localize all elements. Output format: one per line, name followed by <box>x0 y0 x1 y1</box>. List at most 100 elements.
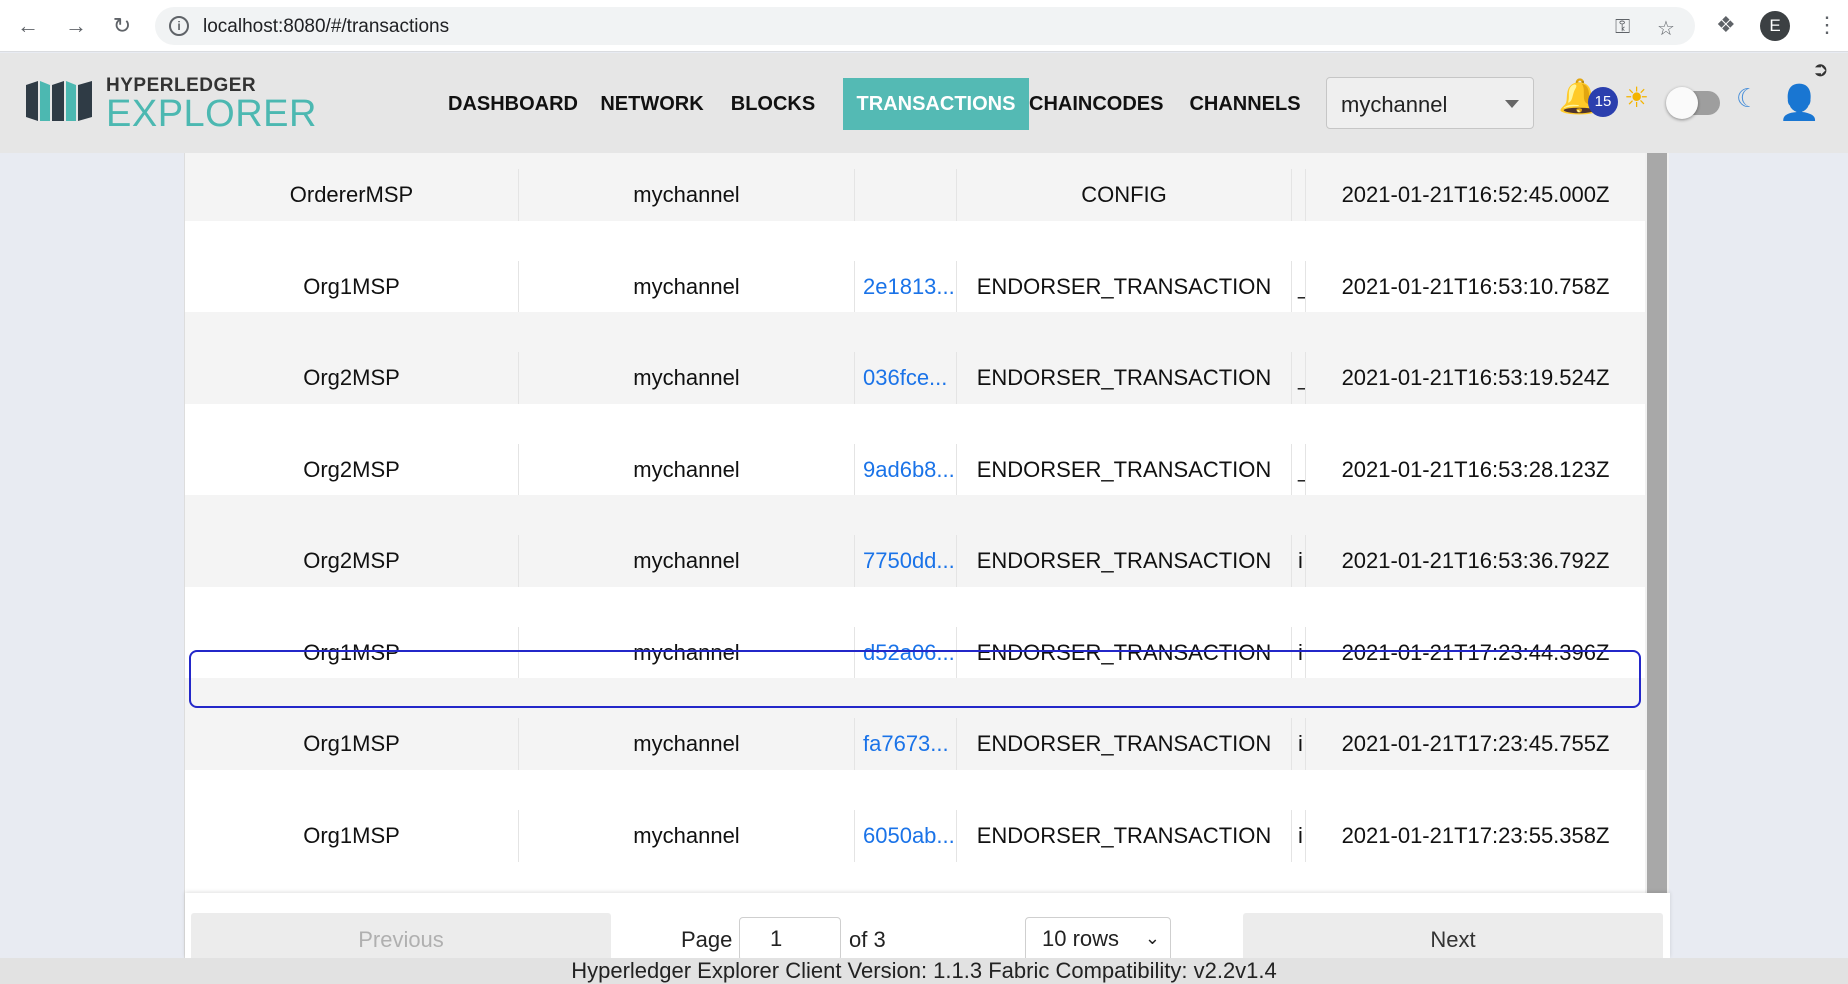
channel-cell: mychannel <box>519 809 855 862</box>
tx-id-link[interactable]: 2e1813... <box>855 260 957 313</box>
logout-icon[interactable]: ➲ <box>1812 57 1829 82</box>
creator-cell: Org2MSP <box>185 443 519 496</box>
page-total-label: of 3 <box>849 927 886 952</box>
timestamp-cell: 2021-01-21T16:52:45.000Z <box>1341 182 1610 207</box>
add-user-icon[interactable]: 👤 <box>1778 83 1820 123</box>
theme-toggle[interactable] <box>1666 87 1720 119</box>
chaincode-cell: i <box>1292 535 1306 587</box>
chaincode-cell: i <box>1292 809 1306 862</box>
timestamp-cell: 2021-01-21T17:23:45.755Z <box>1341 731 1610 756</box>
channel-cell: mychannel <box>519 718 855 770</box>
tx-id-link[interactable]: 7750dd... <box>855 535 957 587</box>
creator-cell: Org2MSP <box>185 352 519 404</box>
table-row[interactable]: Org1MSP mychannel 6050ab... ENDORSER_TRANSA… <box>185 769 1645 862</box>
type-cell: ENDORSER_TRANSACTION <box>957 535 1292 587</box>
table-row[interactable]: OrdererMSP mychannel CONFIG 2021-01-21T16:5… <box>185 153 1645 221</box>
timestamp-cell: 2021-01-21T16:53:28.123Z <box>1341 456 1610 482</box>
creator-cell: Org2MSP <box>185 535 519 587</box>
page-number-input[interactable]: 1 <box>739 917 841 961</box>
tx-id-link[interactable]: 9ad6b8... <box>855 443 957 496</box>
nav-dashboard[interactable]: DASHBOARD <box>440 78 586 130</box>
channel-cell: mychannel <box>519 260 855 313</box>
dropdown-caret-icon <box>1505 100 1519 108</box>
table-scrollbar[interactable] <box>1645 153 1669 893</box>
channel-cell: mychannel <box>519 352 855 404</box>
nav-channels[interactable]: CHANNELS <box>1182 78 1308 130</box>
channel-cell: mychannel <box>519 169 855 221</box>
rows-per-page-value: 10 rows <box>1042 926 1120 951</box>
table-row[interactable]: Org2MSP mychannel 7750dd... ENDORSER_TRANSA… <box>185 495 1645 587</box>
tx-id-link[interactable]: 036fce... <box>855 352 957 404</box>
channel-cell: mychannel <box>519 535 855 587</box>
notification-count-badge: 15 <box>1588 87 1618 117</box>
star-icon[interactable]: ☆ <box>1657 16 1675 41</box>
sun-icon: ☀ <box>1624 82 1650 113</box>
app-header: HYPERLEDGER EXPLORER DASHBOARD NETWORK B… <box>0 53 1848 153</box>
type-cell: ENDORSER_TRANSACTION <box>957 352 1292 404</box>
channel-select-value: mychannel <box>1341 92 1448 117</box>
page-label: Page <box>681 927 733 952</box>
table-body: OrdererMSP mychannel CONFIG 2021-01-21T16:5… <box>185 153 1645 893</box>
forward-arrow-icon[interactable]: → <box>62 12 90 40</box>
creator-cell: OrdererMSP <box>185 169 519 221</box>
site-info-icon[interactable]: i <box>169 16 189 36</box>
chaincode-cell: i <box>1292 718 1306 770</box>
scrollbar-thumb[interactable] <box>1647 153 1667 893</box>
next-button[interactable]: Next <box>1243 913 1663 963</box>
creator-cell: Org1MSP <box>185 626 519 679</box>
table-row[interactable]: Org1MSP mychannel 2e1813... ENDORSER_TRANSA… <box>185 220 1645 313</box>
timestamp-cell: 2021-01-21T16:53:10.758Z <box>1341 273 1610 299</box>
chaincode-cell <box>1292 169 1306 221</box>
chaincode-cell: _ <box>1292 260 1306 313</box>
version-footer: Hyperledger Explorer Client Version: 1.1… <box>0 958 1848 984</box>
timestamp-cell: 2021-01-21T17:23:55.358Z <box>1341 822 1610 848</box>
channel-select[interactable]: mychannel <box>1326 77 1534 129</box>
back-arrow-icon[interactable]: ← <box>14 12 42 40</box>
chevron-down-icon: ⌄ <box>1144 928 1160 948</box>
type-cell: ENDORSER_TRANSACTION <box>957 626 1292 679</box>
toggle-knob <box>1666 87 1698 119</box>
timestamp-cell: 2021-01-21T16:53:36.792Z <box>1341 548 1610 573</box>
table-row[interactable]: Org2MSP mychannel 9ad6b8... ENDORSER_TRANSA… <box>185 403 1645 496</box>
creator-cell: Org1MSP <box>185 718 519 770</box>
chaincode-cell: i <box>1292 626 1306 679</box>
table-row[interactable]: Org2MSP mychannel 036fce... ENDORSER_TRANSA… <box>185 312 1645 404</box>
moon-icon: ☾ <box>1736 83 1760 113</box>
transactions-table: OrdererMSP mychannel CONFIG 2021-01-21T16:5… <box>184 153 1670 963</box>
chaincode-cell: _ <box>1292 443 1306 496</box>
nav-network[interactable]: NETWORK <box>596 78 708 130</box>
type-cell: ENDORSER_TRANSACTION <box>957 809 1292 862</box>
tx-id-link[interactable]: 6050ab... <box>855 809 957 862</box>
extensions-puzzle-icon[interactable]: ❖ <box>1716 12 1736 38</box>
type-cell: ENDORSER_TRANSACTION <box>957 260 1292 313</box>
channel-cell: mychannel <box>519 626 855 679</box>
hyperledger-logo-icon[interactable] <box>24 77 96 125</box>
nav-chaincodes[interactable]: CHAINCODES <box>1029 78 1163 130</box>
pagination-bar: Previous Page 1 of 3 10 rows ⌄ Next <box>185 893 1670 963</box>
type-cell: ENDORSER_TRANSACTION <box>957 718 1292 770</box>
creator-cell: Org1MSP <box>185 260 519 313</box>
tx-id-link[interactable]: fa7673... <box>855 718 957 770</box>
browser-toolbar: ← → ↻ i localhost:8080/#/transactions ⚿ … <box>0 0 1848 52</box>
nav-transactions[interactable]: TRANSACTIONS <box>843 78 1029 130</box>
creator-cell: Org1MSP <box>185 809 519 862</box>
timestamp-cell: 2021-01-21T17:23:44.396Z <box>1341 639 1610 665</box>
profile-avatar[interactable]: E <box>1760 11 1790 41</box>
timestamp-cell: 2021-01-21T16:53:19.524Z <box>1341 365 1610 390</box>
table-row[interactable]: Org1MSP mychannel d52a06... ENDORSER_TRANSA… <box>185 586 1645 679</box>
url-text: localhost:8080/#/transactions <box>203 16 450 37</box>
key-icon[interactable]: ⚿ <box>1615 16 1630 39</box>
browser-menu-icon[interactable]: ⋮ <box>1816 12 1838 38</box>
table-row[interactable]: Org1MSP mychannel fa7673... ENDORSER_TRANSA… <box>185 678 1645 770</box>
tx-id-link[interactable]: d52a06... <box>855 626 957 679</box>
reload-icon[interactable]: ↻ <box>108 12 136 40</box>
type-cell: CONFIG <box>957 169 1292 221</box>
tx-id-link[interactable] <box>855 169 957 221</box>
address-bar[interactable]: i localhost:8080/#/transactions ⚿ ☆ <box>155 7 1695 45</box>
rows-per-page-select[interactable]: 10 rows ⌄ <box>1025 917 1171 963</box>
previous-button[interactable]: Previous <box>191 913 611 963</box>
type-cell: ENDORSER_TRANSACTION <box>957 443 1292 496</box>
logo-bottom-text: EXPLORER <box>106 93 317 135</box>
chaincode-cell: _ <box>1292 352 1306 404</box>
nav-blocks[interactable]: BLOCKS <box>718 78 828 130</box>
